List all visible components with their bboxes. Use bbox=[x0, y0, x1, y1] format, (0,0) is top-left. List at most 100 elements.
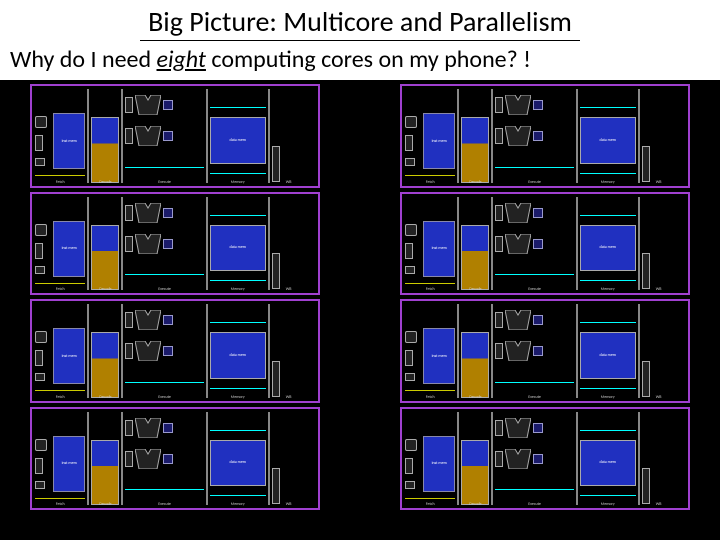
mux-icon bbox=[125, 205, 133, 221]
stage-label-memory: Memory bbox=[580, 288, 636, 292]
mux-icon bbox=[35, 135, 43, 151]
mux-icon bbox=[405, 458, 413, 474]
stage-label-writeback: WB bbox=[272, 288, 306, 292]
stage-label-decode: Decode bbox=[91, 288, 119, 292]
stage-fetch: inst mem Fetch bbox=[405, 197, 455, 291]
stage-label-memory: Memory bbox=[210, 396, 266, 400]
stage-decode: Decode bbox=[461, 89, 489, 183]
stage-execute: Execute bbox=[495, 89, 573, 183]
stage-label-writeback: WB bbox=[642, 288, 676, 292]
instruction-memory: inst mem bbox=[423, 113, 455, 169]
pipeline-divider bbox=[206, 89, 208, 183]
stage-label-decode: Decode bbox=[461, 503, 489, 507]
mux-icon bbox=[125, 451, 133, 467]
pipeline-divider bbox=[576, 89, 578, 183]
alu-icon bbox=[505, 126, 531, 146]
stage-label-fetch: Fetch bbox=[35, 288, 85, 292]
stage-label-writeback: WB bbox=[642, 396, 676, 400]
register-file-icon bbox=[461, 332, 489, 397]
stage-memory: data mem Memory bbox=[580, 197, 636, 291]
mux-icon bbox=[642, 253, 650, 289]
stage-execute: Execute bbox=[125, 89, 203, 183]
logic-block-icon bbox=[533, 423, 543, 433]
mux-icon bbox=[495, 343, 503, 359]
logic-block-icon bbox=[163, 239, 173, 249]
stage-memory: data mem Memory bbox=[210, 412, 266, 506]
adder-icon bbox=[405, 224, 417, 236]
stage-label-decode: Decode bbox=[461, 181, 489, 185]
alu-icon bbox=[135, 449, 161, 469]
data-memory: data mem bbox=[210, 440, 266, 487]
stage-label-execute: Execute bbox=[495, 503, 573, 507]
stage-label-execute: Execute bbox=[125, 181, 203, 185]
pipeline-divider bbox=[491, 89, 493, 183]
cpu-core-diagram: inst mem Fetch Decode bbox=[400, 407, 690, 511]
stage-label-writeback: WB bbox=[642, 181, 676, 185]
instruction-memory: inst mem bbox=[53, 328, 85, 384]
data-memory: data mem bbox=[580, 225, 636, 272]
register-file-icon bbox=[91, 332, 119, 397]
alu-icon bbox=[505, 234, 531, 254]
instruction-memory: inst mem bbox=[53, 113, 85, 169]
pipeline-divider bbox=[576, 304, 578, 398]
alu-icon bbox=[135, 341, 161, 361]
cpu-core-diagram: inst mem Fetch Decode bbox=[400, 299, 690, 403]
stage-label-decode: Decode bbox=[91, 181, 119, 185]
mux-icon bbox=[405, 350, 413, 366]
stage-label-writeback: WB bbox=[642, 503, 676, 507]
stage-label-decode: Decode bbox=[91, 396, 119, 400]
title-bar: Big Picture: Multicore and Parallelism bbox=[0, 0, 720, 43]
alu-icon bbox=[505, 449, 531, 469]
logic-block-icon bbox=[533, 346, 543, 356]
stage-execute: Execute bbox=[495, 304, 573, 398]
logic-block-icon bbox=[163, 454, 173, 464]
logic-block-icon bbox=[533, 454, 543, 464]
mux-icon bbox=[495, 451, 503, 467]
stage-writeback: WB bbox=[642, 304, 676, 398]
logic-block-icon bbox=[163, 315, 173, 325]
stage-writeback: WB bbox=[272, 197, 306, 291]
stage-decode: Decode bbox=[91, 197, 119, 291]
alu-icon bbox=[505, 341, 531, 361]
mux-icon bbox=[405, 243, 413, 259]
stage-label-memory: Memory bbox=[580, 181, 636, 185]
mux-icon bbox=[125, 236, 133, 252]
cpu-core-diagram: inst mem Fetch Decode bbox=[400, 84, 690, 188]
stage-execute: Execute bbox=[495, 197, 573, 291]
stage-label-writeback: WB bbox=[272, 181, 306, 185]
data-memory: data mem bbox=[210, 117, 266, 164]
stage-memory: data mem Memory bbox=[580, 304, 636, 398]
mux-icon bbox=[272, 146, 280, 182]
stage-fetch: inst mem Fetch bbox=[405, 89, 455, 183]
logic-block-icon bbox=[533, 315, 543, 325]
pc-register-icon bbox=[35, 481, 45, 489]
stage-fetch: inst mem Fetch bbox=[405, 412, 455, 506]
data-memory: data mem bbox=[210, 225, 266, 272]
mux-icon bbox=[35, 350, 43, 366]
stage-decode: Decode bbox=[461, 412, 489, 506]
pc-register-icon bbox=[405, 158, 415, 166]
register-file-icon bbox=[461, 117, 489, 182]
pipeline-divider bbox=[491, 197, 493, 291]
alu-icon bbox=[135, 418, 161, 438]
stage-label-fetch: Fetch bbox=[405, 181, 455, 185]
mux-icon bbox=[495, 97, 503, 113]
stage-decode: Decode bbox=[91, 304, 119, 398]
adder-icon bbox=[405, 439, 417, 451]
stage-writeback: WB bbox=[272, 412, 306, 506]
register-file-icon bbox=[91, 117, 119, 182]
pc-register-icon bbox=[35, 266, 45, 274]
stage-label-fetch: Fetch bbox=[405, 396, 455, 400]
logic-block-icon bbox=[163, 208, 173, 218]
alu-icon bbox=[505, 203, 531, 223]
mux-icon bbox=[642, 468, 650, 504]
mux-icon bbox=[125, 97, 133, 113]
subtitle-emphasis: eight bbox=[157, 45, 206, 74]
core-grid: inst mem Fetch Decode bbox=[0, 80, 720, 510]
pipeline-divider bbox=[457, 197, 459, 291]
stage-label-fetch: Fetch bbox=[35, 181, 85, 185]
subtitle-pre: Why do I need bbox=[10, 45, 157, 74]
stage-label-execute: Execute bbox=[125, 288, 203, 292]
alu-icon bbox=[505, 95, 531, 115]
alu-icon bbox=[505, 418, 531, 438]
